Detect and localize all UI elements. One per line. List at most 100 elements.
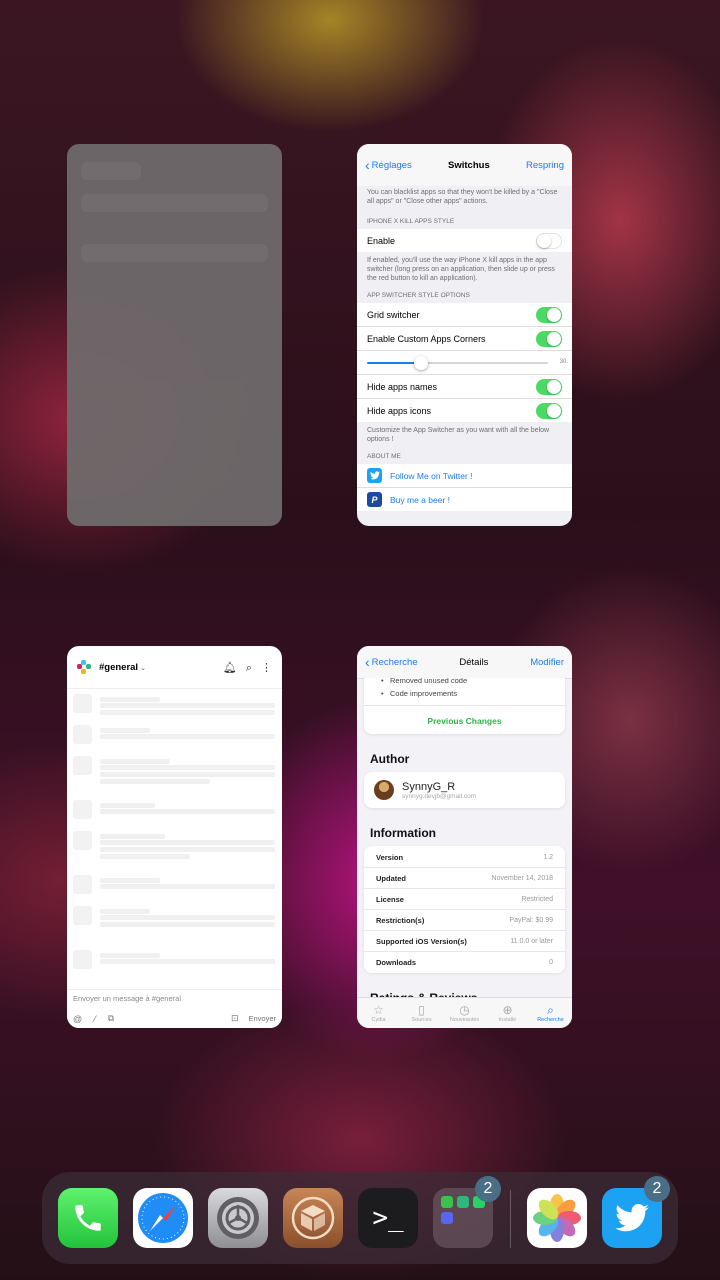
twitter-link[interactable]: Follow Me on Twitter !: [357, 464, 572, 488]
change-item: Removed unused code: [364, 678, 565, 687]
send-button[interactable]: Envoyer: [248, 1014, 276, 1023]
dock-app-cydia[interactable]: [283, 1188, 343, 1248]
info-value: November 14, 2018: [491, 874, 553, 882]
corner-radius-slider-row: 30.: [357, 351, 572, 375]
tab-sources[interactable]: ▯ Sources: [400, 998, 443, 1028]
blurred-placeholder: [81, 244, 268, 262]
app-card-cydia[interactable]: ‹ Recherche Détails Modifier Removed unu…: [357, 646, 572, 1028]
tab-cydia[interactable]: ☆ Cydia: [357, 998, 400, 1028]
slack-logo-icon: [77, 660, 91, 674]
blacklist-note: You can blacklist apps so that they won'…: [367, 189, 558, 205]
custom-corners-toggle[interactable]: [536, 330, 562, 347]
corner-radius-slider[interactable]: [367, 356, 548, 370]
message-placeholder: [67, 901, 282, 945]
slider-thumb[interactable]: [414, 356, 429, 370]
info-row: Supported iOS Version(s) 11.0.0 or later: [364, 931, 565, 952]
messages-mini-icon: [441, 1196, 453, 1208]
package-details: Removed unused code Code improvements Pr…: [357, 678, 572, 998]
ratings-header: Ratings & Reviews: [370, 991, 478, 998]
channel-title[interactable]: #general ⌄: [99, 662, 214, 673]
back-label: Recherche: [371, 656, 418, 668]
app-card-blurred[interactable]: [67, 144, 282, 526]
grid-switcher-label: Grid switcher: [367, 309, 420, 320]
dock-app-folder[interactable]: 2: [433, 1176, 501, 1248]
back-button[interactable]: ‹ Recherche: [365, 655, 418, 669]
info-key: Restriction(s): [376, 915, 425, 925]
toggle-knob: [547, 331, 561, 346]
search-icon[interactable]: ⌕: [246, 662, 252, 674]
header-actions: 🔔︎ ⌕ ⋮: [214, 658, 272, 676]
modify-button[interactable]: Modifier: [530, 657, 564, 668]
terminal-icon: >_: [372, 1203, 404, 1233]
app-card-slack[interactable]: #general ⌄ 🔔︎ ⌕ ⋮ Envoyer un message à #gen…: [67, 646, 282, 1028]
dock-app-settings[interactable]: [208, 1188, 268, 1248]
mention-icon[interactable]: @: [73, 1014, 82, 1024]
dock-app-safari[interactable]: [133, 1188, 193, 1248]
text-placeholder: [100, 779, 210, 784]
text-placeholder: [100, 922, 275, 927]
author-header: Author: [370, 752, 410, 766]
tab-search[interactable]: ⌕ Recherche: [529, 998, 572, 1028]
tab-changes[interactable]: ◷ Nouveautés: [443, 998, 486, 1028]
text-placeholder: [100, 772, 275, 777]
hide-names-toggle[interactable]: [536, 378, 562, 395]
bell-icon[interactable]: 🔔︎: [223, 662, 237, 674]
back-button[interactable]: ‹ Réglages: [365, 158, 412, 172]
hide-icons-toggle[interactable]: [536, 402, 562, 419]
tab-installed[interactable]: ⊕ Installé: [486, 998, 529, 1028]
respring-button[interactable]: Respring: [526, 160, 564, 171]
chevron-left-icon: ‹: [365, 157, 370, 173]
twitter-bird-icon: [615, 1204, 649, 1232]
text-placeholder: [100, 765, 275, 770]
beer-link[interactable]: P Buy me a beer !: [357, 488, 572, 511]
notification-badge: 2: [644, 1176, 670, 1202]
page-title: Switchus: [448, 159, 490, 171]
message-input[interactable]: Envoyer un message à #general: [73, 994, 181, 1003]
camera-icon[interactable]: ⊡: [231, 1013, 239, 1024]
phone-icon: [75, 1205, 101, 1231]
info-key: Downloads: [376, 957, 417, 967]
dock-app-phone[interactable]: [58, 1188, 118, 1248]
message-placeholder: [67, 870, 282, 901]
app-card-settings[interactable]: ‹ Réglages Switchus Respring You can bla…: [357, 144, 572, 526]
grid-switcher-toggle[interactable]: [536, 306, 562, 323]
enable-label: Enable: [367, 235, 396, 246]
nav-bar: ‹ Réglages Switchus Respring: [357, 144, 572, 186]
cydia-box-icon: [291, 1196, 335, 1240]
dock-divider: [510, 1190, 511, 1248]
info-value: 11.0.0 or later: [510, 937, 553, 945]
text-placeholder: [100, 847, 275, 852]
dock-app-terminal[interactable]: >_: [358, 1188, 418, 1248]
toggle-knob: [547, 403, 561, 418]
twitter-link-label: Follow Me on Twitter !: [390, 470, 473, 481]
avatar-placeholder: [73, 906, 92, 925]
hide-icons-row: Hide apps icons: [357, 399, 572, 422]
chevron-left-icon: ‹: [365, 654, 370, 670]
text-placeholder: [100, 734, 275, 739]
photos-flower-icon: [533, 1194, 581, 1242]
avatar-placeholder: [73, 800, 92, 819]
more-icon[interactable]: ⋮: [261, 662, 272, 674]
attachment-icon[interactable]: ⧉: [108, 1013, 114, 1024]
style-options-header: APP SWITCHER STYLE OPTIONS: [367, 292, 470, 299]
dock-app-photos[interactable]: [527, 1188, 587, 1248]
previous-changes-button[interactable]: Previous Changes: [364, 705, 565, 734]
dock-app-twitter[interactable]: 2: [602, 1176, 670, 1248]
message-composer: Envoyer un message à #general @ ⁄ ⧉ ⊡ En…: [67, 989, 282, 1028]
info-value: 0: [549, 958, 553, 966]
star-icon: ☆: [373, 1002, 384, 1017]
author-info: SynnyG_R synnyg.devjb@gmail.com: [402, 781, 476, 800]
enable-row: Enable: [357, 229, 572, 252]
tab-label: Recherche: [537, 1016, 564, 1023]
kill-style-header: IPHONE X KILL APPS STYLE: [367, 218, 455, 225]
clock-icon: ◷: [459, 1002, 470, 1017]
changes-box: Removed unused code Code improvements Pr…: [364, 678, 565, 734]
hide-icons-label: Hide apps icons: [367, 405, 432, 416]
enable-toggle[interactable]: [536, 232, 562, 249]
slash-command-icon[interactable]: ⁄: [94, 1014, 96, 1024]
custom-corners-row: Enable Custom Apps Corners: [357, 327, 572, 351]
text-placeholder: [100, 803, 155, 808]
author-box[interactable]: SynnyG_R synnyg.devjb@gmail.com: [364, 772, 565, 808]
slider-value: 30.: [559, 359, 568, 365]
text-placeholder: [100, 697, 160, 702]
